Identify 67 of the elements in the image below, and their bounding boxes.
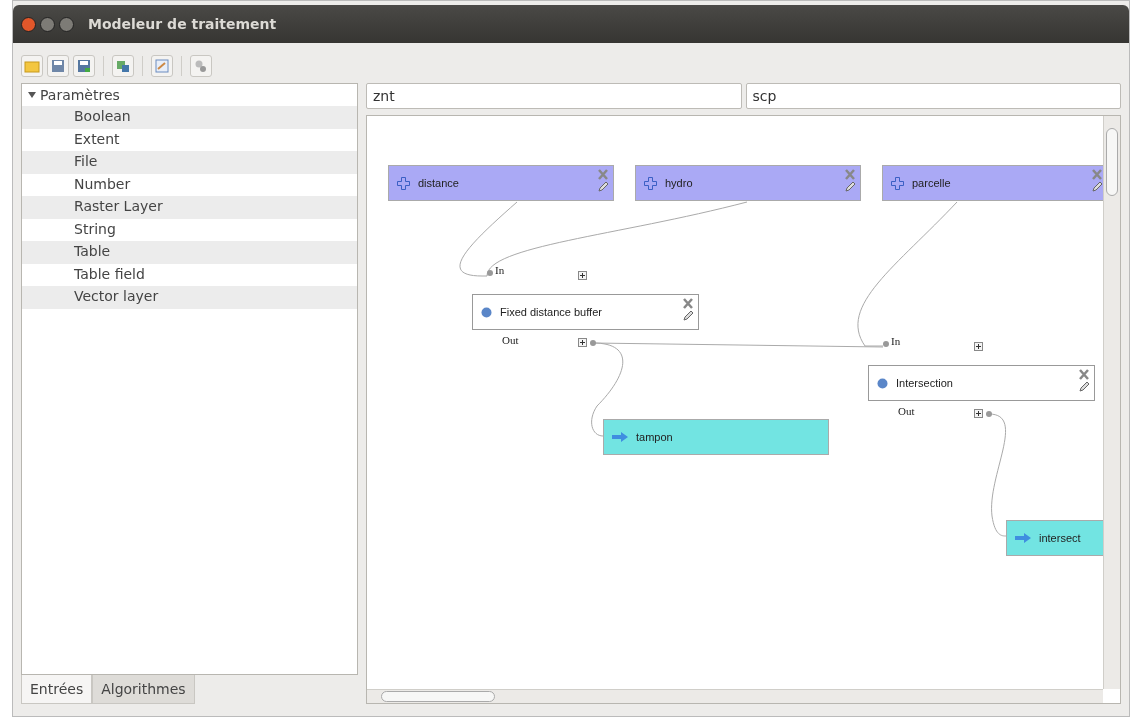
pencil-icon[interactable] bbox=[682, 309, 694, 321]
expand-icon[interactable] bbox=[974, 409, 983, 418]
image-export-icon bbox=[116, 59, 130, 73]
tree-header-label: Paramètres bbox=[40, 87, 120, 103]
expand-icon[interactable] bbox=[578, 271, 587, 280]
toolbar-button[interactable] bbox=[73, 55, 95, 77]
tree-item[interactable]: Vector layer bbox=[22, 286, 357, 309]
maximize-icon[interactable] bbox=[59, 16, 74, 32]
algorithm-node[interactable]: Fixed distance buffer bbox=[472, 294, 699, 330]
plus-icon bbox=[397, 176, 410, 190]
plus-icon bbox=[891, 176, 904, 190]
node-label: Intersection bbox=[896, 377, 953, 389]
output-port-label: Out bbox=[898, 405, 915, 417]
minimize-icon[interactable] bbox=[40, 16, 55, 32]
vertical-scrollbar[interactable] bbox=[1103, 116, 1120, 689]
folder-icon bbox=[24, 59, 40, 73]
plus-icon bbox=[644, 176, 657, 190]
circle-icon bbox=[481, 306, 492, 318]
model-name-field[interactable]: znt bbox=[366, 83, 742, 109]
pencil-icon[interactable] bbox=[1091, 180, 1103, 192]
input-node[interactable]: hydro bbox=[635, 165, 861, 201]
horizontal-scrollbar[interactable] bbox=[367, 689, 1103, 703]
output-node[interactable]: tampon bbox=[603, 419, 829, 455]
port-dot-icon[interactable] bbox=[883, 341, 889, 347]
output-node[interactable]: intersect bbox=[1006, 520, 1103, 556]
toolbar-button[interactable] bbox=[151, 55, 173, 77]
gears-icon bbox=[194, 59, 208, 73]
node-label: intersect bbox=[1039, 532, 1081, 544]
node-label: tampon bbox=[636, 431, 673, 443]
tree-item[interactable]: Table bbox=[22, 241, 357, 264]
node-label: distance bbox=[418, 177, 459, 189]
expand-arrow-icon[interactable] bbox=[28, 91, 36, 99]
expand-icon[interactable] bbox=[974, 342, 983, 351]
model-name-field[interactable]: scp bbox=[745, 83, 1121, 109]
port-dot-icon[interactable] bbox=[487, 270, 493, 276]
document-edit-icon bbox=[155, 59, 169, 73]
pencil-icon[interactable] bbox=[1078, 380, 1090, 392]
port-dot-icon[interactable] bbox=[986, 411, 992, 417]
port-dot-icon[interactable] bbox=[590, 340, 596, 346]
window-title: Modeleur de traitement bbox=[88, 16, 277, 32]
toolbar-button[interactable] bbox=[190, 55, 212, 77]
output-port-label: Out bbox=[502, 334, 519, 346]
input-port-label: In bbox=[495, 264, 505, 276]
tab[interactable]: Algorithmes bbox=[92, 675, 195, 704]
expand-icon[interactable] bbox=[578, 338, 587, 347]
input-node[interactable]: parcelle bbox=[882, 165, 1103, 201]
pencil-icon[interactable] bbox=[844, 180, 856, 192]
arrow-icon bbox=[612, 432, 628, 442]
algorithm-node[interactable]: Intersection bbox=[868, 365, 1095, 401]
arrow-icon bbox=[1015, 533, 1031, 543]
node-label: parcelle bbox=[912, 177, 951, 189]
toolbar-button[interactable] bbox=[47, 55, 69, 77]
close-icon[interactable] bbox=[1078, 369, 1090, 380]
tree-item[interactable]: Boolean bbox=[22, 106, 357, 129]
tab[interactable]: Entrées bbox=[21, 675, 93, 704]
pencil-icon[interactable] bbox=[597, 180, 609, 192]
node-label: Fixed distance buffer bbox=[500, 306, 602, 318]
input-port-label: In bbox=[891, 335, 901, 347]
input-node[interactable]: distance bbox=[388, 165, 614, 201]
close-icon[interactable] bbox=[21, 16, 36, 32]
close-icon[interactable] bbox=[682, 298, 694, 309]
tree-item[interactable]: Raster Layer bbox=[22, 196, 357, 219]
toolbar-button[interactable] bbox=[112, 55, 134, 77]
circle-icon bbox=[877, 377, 888, 389]
tree-item[interactable]: File bbox=[22, 151, 357, 174]
tree-header[interactable]: Paramètres bbox=[22, 84, 357, 106]
node-label: hydro bbox=[665, 177, 693, 189]
